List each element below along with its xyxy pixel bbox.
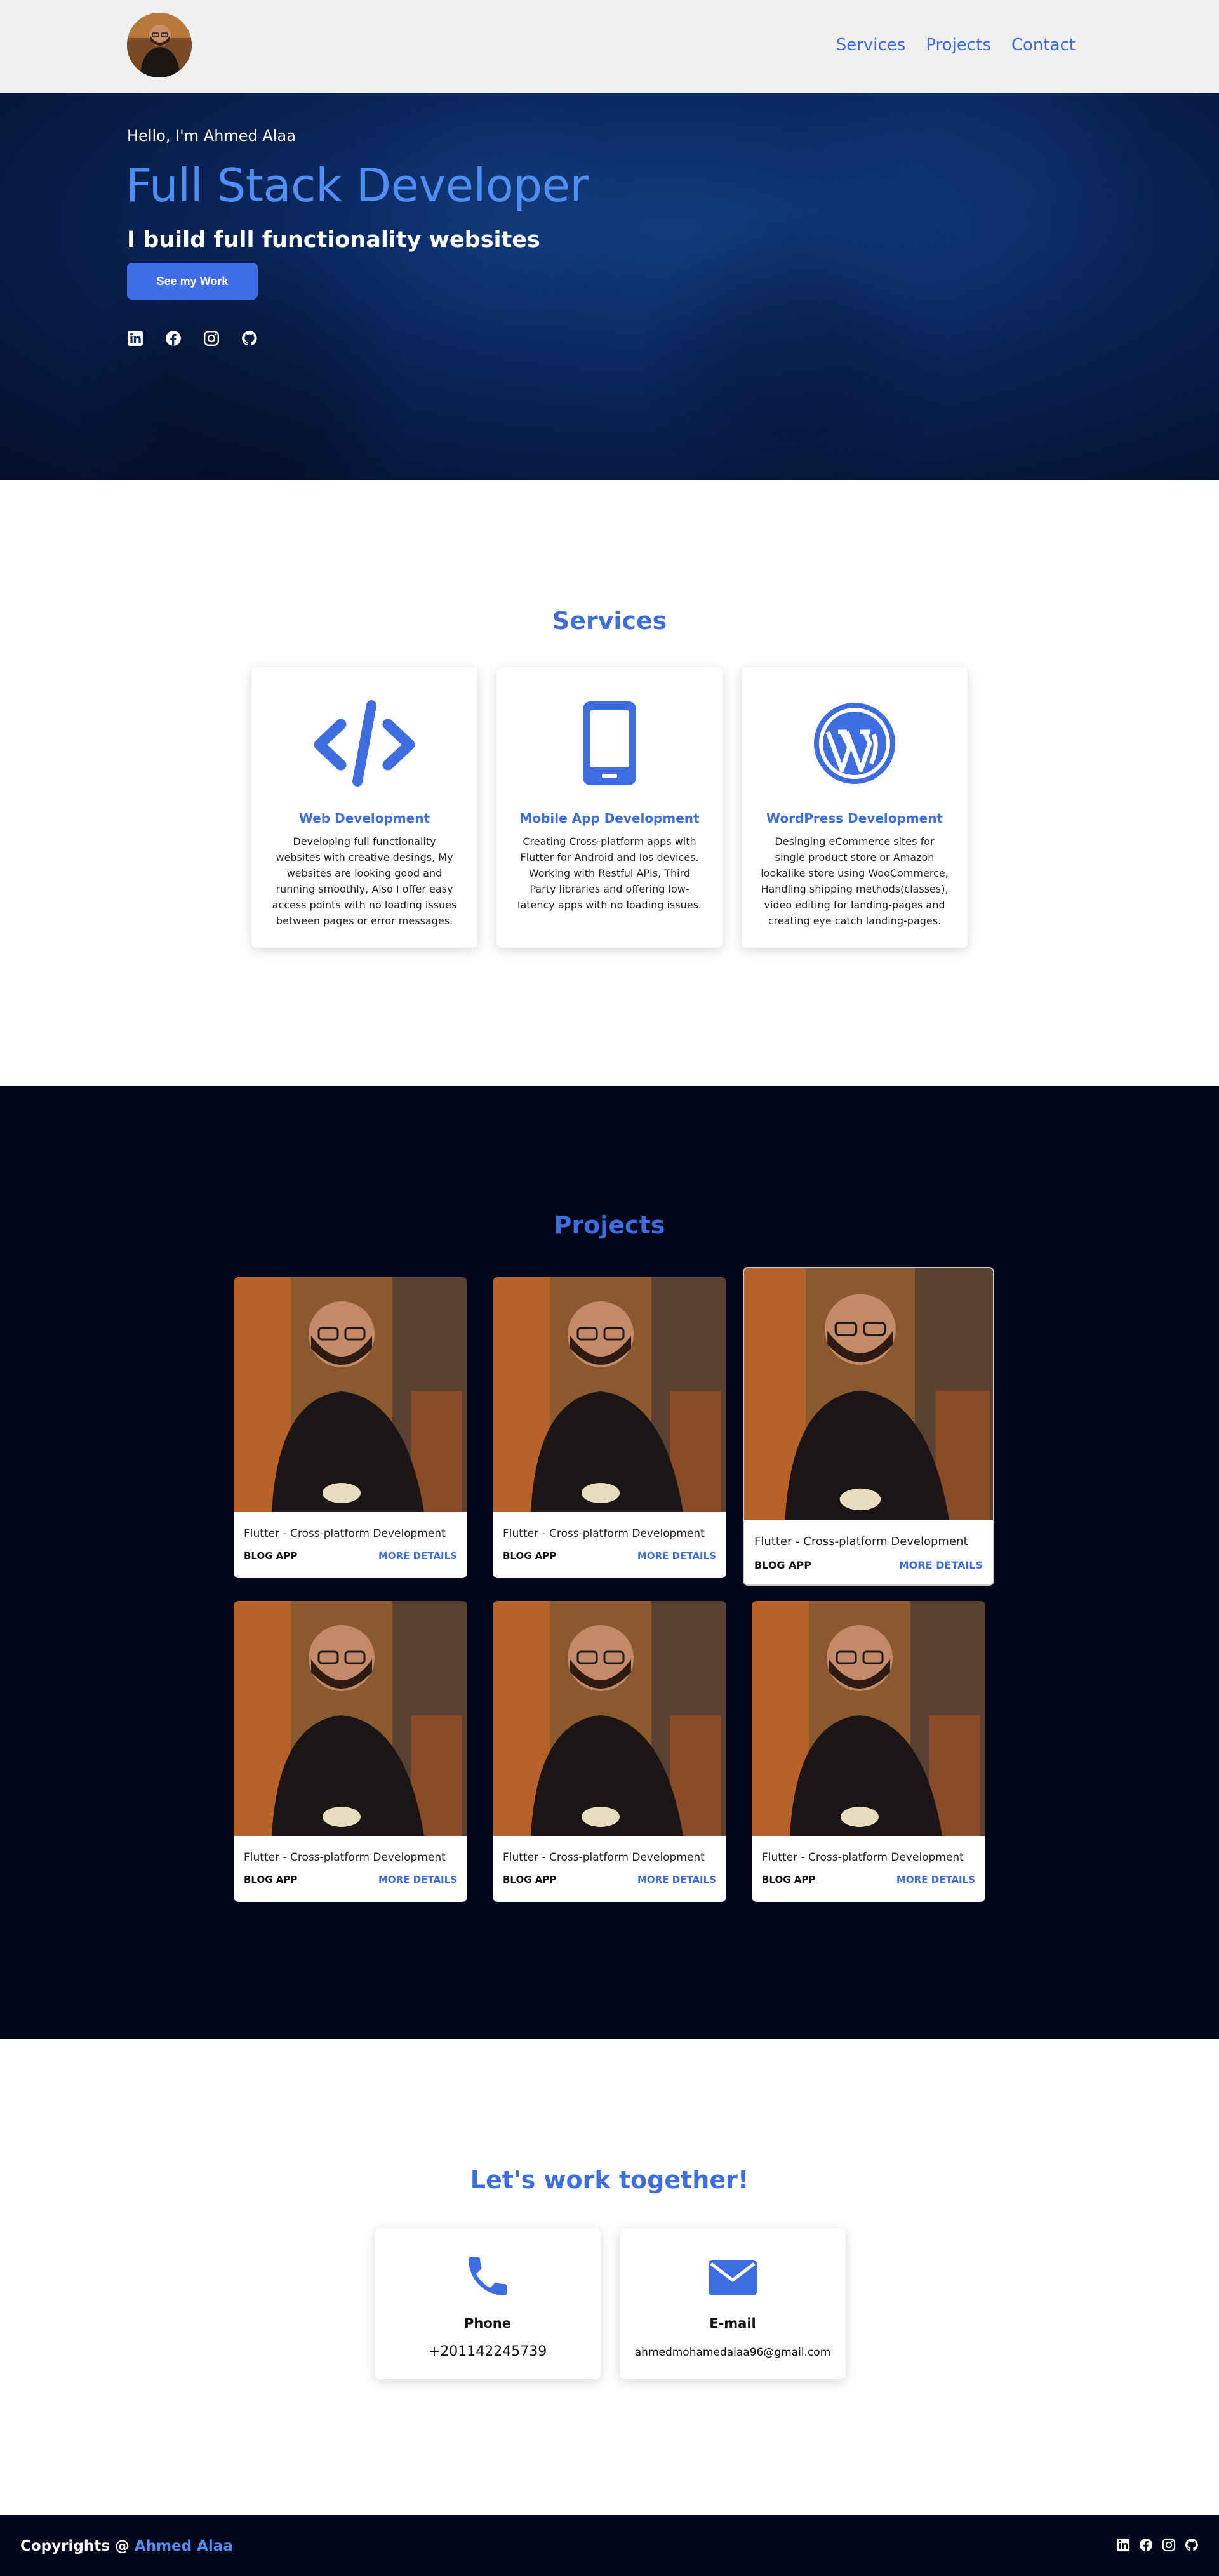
see-my-work-button[interactable]: See my Work xyxy=(127,263,258,300)
email-label: E-mail xyxy=(709,2316,756,2331)
copyright-text: Copyrights @ Ahmed Alaa xyxy=(20,2538,233,2554)
project-photo xyxy=(744,1268,993,1520)
project-photo xyxy=(493,1601,726,1836)
more-details-link[interactable]: MORE DETAILS xyxy=(637,1550,716,1562)
project-name: BLOG APP xyxy=(244,1874,298,1885)
navbar: Services Projects Contact xyxy=(0,0,1219,93)
project-tech: Flutter - Cross-platform Development xyxy=(762,1851,964,1864)
project-card[interactable]: Flutter - Cross-platform Development BLO… xyxy=(234,1601,467,1902)
phone-card[interactable]: Phone +201142245739 xyxy=(375,2228,601,2379)
hero-greeting: Hello, I'm Ahmed Alaa xyxy=(127,127,296,145)
projects-section: Projects Flutter - Cross-platform Develo… xyxy=(0,1086,1219,2039)
code-icon xyxy=(251,699,477,788)
instagram-icon[interactable] xyxy=(203,330,220,347)
project-tech: Flutter - Cross-platform Development xyxy=(503,1851,705,1864)
project-card[interactable]: Flutter - Cross-platform Development BLO… xyxy=(752,1601,985,1902)
phone-value[interactable]: +201142245739 xyxy=(375,2344,601,2360)
project-name: BLOG APP xyxy=(244,1550,298,1562)
nav-menu: Services Projects Contact xyxy=(836,36,1076,55)
facebook-icon[interactable] xyxy=(165,330,182,347)
project-name: BLOG APP xyxy=(754,1559,811,1571)
project-name: BLOG APP xyxy=(762,1874,816,1885)
avatar[interactable] xyxy=(127,13,192,77)
service-card-web[interactable]: Web Development Developing full function… xyxy=(251,667,477,948)
nav-link-projects[interactable]: Projects xyxy=(926,36,991,55)
project-tech: Flutter - Cross-platform Development xyxy=(244,1527,446,1540)
more-details-link[interactable]: MORE DETAILS xyxy=(378,1874,457,1885)
hero-subtitle: I build full functionality websites xyxy=(127,227,540,253)
project-card[interactable]: Flutter - Cross-platform Development BLO… xyxy=(493,1277,726,1578)
wordpress-icon xyxy=(742,699,968,788)
project-photo xyxy=(493,1277,726,1512)
project-photo xyxy=(234,1601,467,1836)
contact-section: Let's work together! Phone +201142245739… xyxy=(0,2039,1219,2515)
service-desc-mobile: Creating Cross-platform apps with Flutte… xyxy=(517,835,702,911)
github-icon[interactable] xyxy=(241,330,258,347)
project-card[interactable]: Flutter - Cross-platform Development BLO… xyxy=(493,1601,726,1902)
envelope-icon xyxy=(620,2251,846,2302)
project-name: BLOG APP xyxy=(503,1874,557,1885)
project-tech: Flutter - Cross-platform Development xyxy=(244,1851,446,1864)
more-details-link[interactable]: MORE DETAILS xyxy=(899,1559,983,1571)
nav-link-contact[interactable]: Contact xyxy=(1011,36,1076,55)
project-tech: Flutter - Cross-platform Development xyxy=(754,1535,968,1548)
services-section: Services Web Development Developing full… xyxy=(0,480,1219,1086)
footer: Copyrights @ Ahmed Alaa xyxy=(0,2515,1219,2576)
project-card[interactable]: Flutter - Cross-platform Development BLO… xyxy=(743,1267,994,1586)
more-details-link[interactable]: MORE DETAILS xyxy=(637,1874,716,1885)
service-card-mobile[interactable]: Mobile App Development Creating Cross-pl… xyxy=(496,667,723,948)
more-details-link[interactable]: MORE DETAILS xyxy=(378,1550,457,1562)
contact-title: Let's work together! xyxy=(470,2166,749,2194)
facebook-icon[interactable] xyxy=(1139,2538,1153,2552)
phone-label: Phone xyxy=(464,2316,511,2331)
projects-title: Projects xyxy=(554,1211,665,1239)
copyright-name[interactable]: Ahmed Alaa xyxy=(135,2538,233,2554)
service-card-wordpress[interactable]: WordPress Development Desinging eCommerc… xyxy=(742,667,968,948)
linkedin-icon[interactable] xyxy=(1116,2538,1130,2552)
service-name-mobile: Mobile App Development xyxy=(519,811,700,826)
hero-title: Full Stack Developer xyxy=(126,159,589,212)
project-card[interactable]: Flutter - Cross-platform Development BLO… xyxy=(234,1277,467,1578)
hero-section: Hello, I'm Ahmed Alaa Full Stack Develop… xyxy=(0,93,1219,480)
services-title: Services xyxy=(552,607,667,635)
github-icon[interactable] xyxy=(1185,2538,1199,2552)
linkedin-icon[interactable] xyxy=(127,330,143,347)
email-card[interactable]: E-mail ahmedmohamedalaa96@gmail.com xyxy=(620,2228,846,2379)
nav-link-services[interactable]: Services xyxy=(836,36,906,55)
hero-social-links xyxy=(127,330,258,347)
service-desc-web: Developing full functionality websites w… xyxy=(272,835,457,927)
copyright-prefix: Copyrights @ xyxy=(20,2538,135,2554)
email-value[interactable]: ahmedmohamedalaa96@gmail.com xyxy=(620,2346,846,2359)
project-photo xyxy=(752,1601,985,1836)
project-tech: Flutter - Cross-platform Development xyxy=(503,1527,705,1540)
project-photo xyxy=(234,1277,467,1512)
phone-icon xyxy=(375,2251,601,2302)
project-name: BLOG APP xyxy=(503,1550,557,1562)
service-desc-wordpress: Desinging eCommerce sites for single pro… xyxy=(761,835,949,927)
mobile-phone-icon xyxy=(496,699,723,788)
service-name-wordpress: WordPress Development xyxy=(766,811,943,826)
footer-social-links xyxy=(1116,2538,1199,2552)
service-name-web: Web Development xyxy=(298,811,430,826)
more-details-link[interactable]: MORE DETAILS xyxy=(896,1874,975,1885)
instagram-icon[interactable] xyxy=(1162,2538,1176,2552)
